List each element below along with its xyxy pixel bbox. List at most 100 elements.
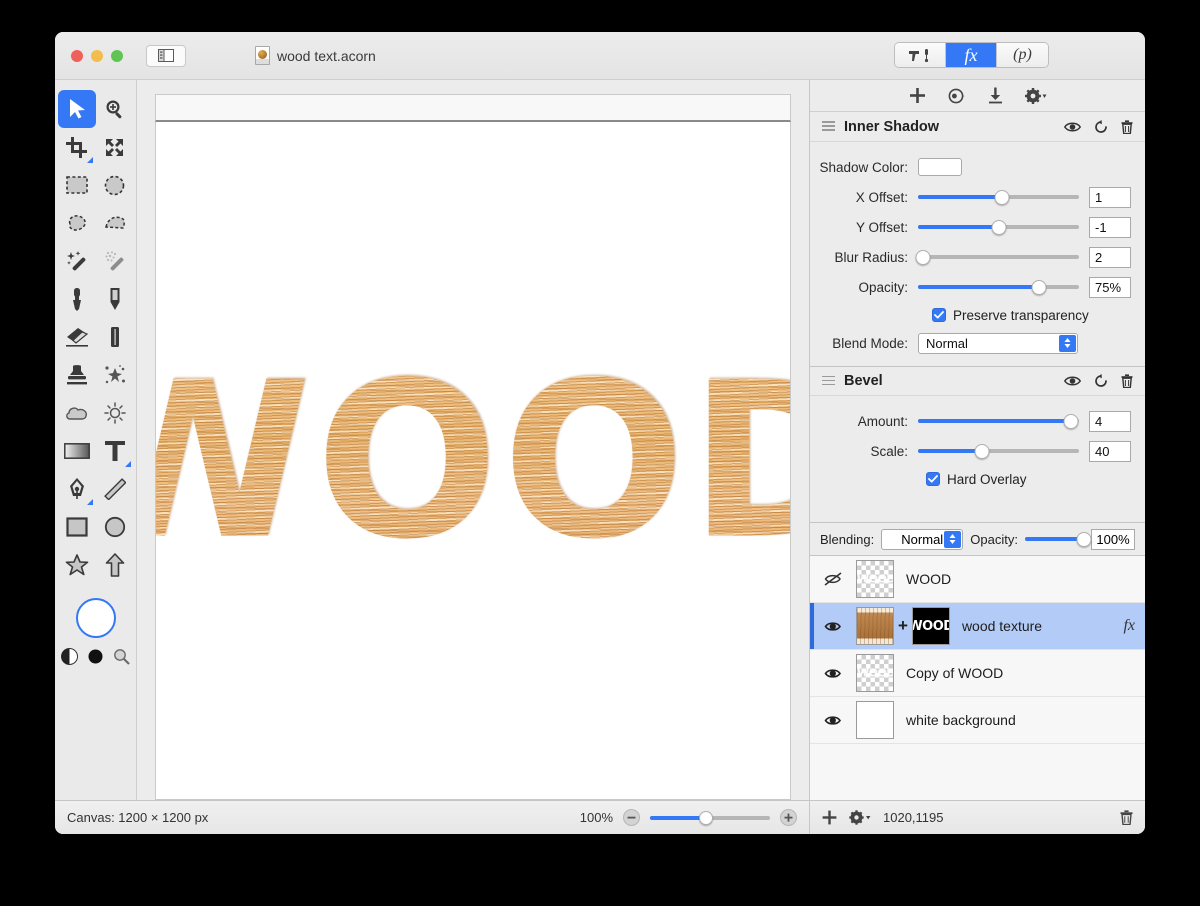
close-button[interactable] (71, 49, 83, 62)
zoom-button[interactable] (111, 49, 123, 62)
zoom-tool[interactable] (96, 90, 134, 128)
row-bevel-amount: Amount: 4 (810, 406, 1145, 436)
preserve-transparency-checkbox[interactable] (932, 308, 946, 322)
layer-visibility-toggle[interactable] (810, 714, 856, 727)
add-layer-button[interactable] (822, 810, 837, 825)
preserve-transparency-row[interactable]: Preserve transparency (810, 302, 1145, 328)
preset-effect-icon[interactable] (948, 88, 966, 104)
bezier-pen-tool[interactable] (58, 470, 96, 508)
drag-handle-icon[interactable] (822, 375, 835, 387)
bevel-scale-slider[interactable] (918, 443, 1079, 459)
bevel-scale-value[interactable]: 40 (1089, 440, 1131, 462)
tab-effects[interactable]: fx (946, 43, 997, 67)
bevel-amount-slider[interactable] (918, 413, 1079, 429)
table-row[interactable]: + WOOD wood texture fx (810, 603, 1145, 650)
foreground-color-swatch[interactable] (75, 598, 116, 638)
lasso-tool[interactable] (58, 204, 96, 242)
opacity-slider[interactable] (918, 279, 1079, 295)
delete-trash-icon[interactable] (1121, 119, 1133, 134)
minimize-button[interactable] (91, 49, 103, 62)
layer-mask-thumbnail[interactable]: WOOD (911, 607, 950, 645)
y-offset-value[interactable]: -1 (1089, 216, 1131, 238)
drag-handle-icon[interactable] (822, 121, 835, 132)
table-row[interactable]: white background (810, 697, 1145, 744)
layer-opacity-value[interactable]: 100% (1091, 528, 1135, 550)
smudge-tool[interactable] (96, 318, 134, 356)
reset-icon[interactable] (1094, 374, 1108, 388)
elliptical-select-tool[interactable] (96, 166, 134, 204)
polygon-select-tool[interactable] (96, 204, 134, 242)
zoom-slider[interactable] (650, 810, 770, 826)
delete-layer-button[interactable] (1120, 810, 1133, 825)
layer-name[interactable]: wood texture (962, 618, 1124, 634)
half-circle-contrast-icon[interactable] (61, 648, 78, 665)
clone-stamp-tool[interactable] (58, 356, 96, 394)
spatter-tool[interactable] (96, 356, 134, 394)
layer-name[interactable]: Copy of WOOD (906, 665, 1135, 681)
blend-mode-select[interactable]: Normal (918, 332, 1078, 354)
eraser-tool[interactable] (58, 318, 96, 356)
delete-trash-icon[interactable] (1121, 374, 1133, 388)
x-offset-slider[interactable] (918, 189, 1079, 205)
zoom-out-button[interactable] (623, 809, 640, 826)
gradient-tool[interactable] (58, 432, 96, 470)
move-tool[interactable] (57, 90, 96, 128)
layer-thumbnail[interactable] (856, 607, 894, 645)
app-window: wood text.acorn fx (p) OO Inner Shadow S… (55, 32, 1145, 834)
hard-overlay-checkbox[interactable] (926, 472, 940, 486)
magnifier-icon[interactable] (113, 648, 130, 665)
pencil-tool[interactable] (96, 280, 134, 318)
layer-name[interactable]: white background (906, 712, 1135, 728)
instant-alpha-tool[interactable] (96, 242, 134, 280)
shadow-color-well[interactable] (918, 158, 962, 176)
image-canvas[interactable]: WOOD (155, 122, 791, 800)
hard-overlay-row[interactable]: Hard Overlay (810, 466, 1145, 492)
crop-tool[interactable] (58, 128, 96, 166)
ellipse-shape-tool[interactable] (96, 508, 134, 546)
layer-thumbnail[interactable]: WOOD (856, 560, 894, 598)
rectangular-select-tool[interactable] (58, 166, 96, 204)
black-circle-icon[interactable] (88, 649, 103, 664)
text-tool[interactable] (96, 432, 134, 470)
download-effect-icon[interactable] (988, 87, 1003, 104)
tab-presets[interactable]: (p) (997, 43, 1048, 67)
table-row[interactable]: WOOD WOOD (810, 556, 1145, 603)
layer-visibility-toggle[interactable] (810, 667, 856, 680)
visibility-eye-icon[interactable] (1064, 121, 1081, 133)
layer-settings-button[interactable] (849, 810, 871, 825)
bevel-amount-value[interactable]: 4 (1089, 410, 1131, 432)
zoom-in-button[interactable] (780, 809, 797, 826)
star-shape-tool[interactable] (58, 546, 96, 584)
x-offset-value[interactable]: 1 (1089, 186, 1131, 208)
layer-thumbnail[interactable]: WOOD (856, 654, 894, 692)
visibility-eye-icon[interactable] (1064, 375, 1081, 387)
reset-icon[interactable] (1094, 119, 1108, 134)
tab-tool-options[interactable] (895, 43, 946, 67)
dodge-burn-tool[interactable] (96, 394, 134, 432)
sidebar-toggle-button[interactable] (146, 44, 186, 67)
layer-opacity-slider[interactable] (1024, 531, 1092, 547)
arrow-shape-tool[interactable] (96, 546, 134, 584)
rectangle-shape-tool[interactable] (58, 508, 96, 546)
layer-visibility-toggle[interactable] (810, 572, 856, 586)
transform-tool[interactable] (96, 128, 134, 166)
layer-name[interactable]: WOOD (906, 571, 1135, 587)
line-tool[interactable] (96, 470, 134, 508)
layer-thumbnail[interactable] (856, 701, 894, 739)
add-effect-icon[interactable] (909, 87, 926, 104)
blur-radius-slider[interactable] (915, 249, 1079, 265)
magic-wand-tool[interactable] (58, 242, 96, 280)
paint-brush-tool[interactable] (58, 280, 96, 318)
opacity-value[interactable]: 75% (1089, 276, 1131, 298)
y-offset-slider[interactable] (918, 219, 1079, 235)
layer-fx-badge[interactable]: fx (1123, 617, 1135, 635)
blur-tool[interactable] (58, 394, 96, 432)
effect-header[interactable]: Bevel (810, 366, 1145, 396)
x-offset-label: X Offset: (855, 189, 908, 205)
effect-settings-gear-icon[interactable] (1024, 87, 1047, 104)
layer-visibility-toggle[interactable] (810, 620, 856, 633)
blur-radius-value[interactable]: 2 (1089, 246, 1131, 268)
effect-header[interactable]: Inner Shadow (810, 112, 1145, 142)
table-row[interactable]: WOOD Copy of WOOD (810, 650, 1145, 697)
blending-mode-select[interactable]: Normal (881, 528, 964, 550)
